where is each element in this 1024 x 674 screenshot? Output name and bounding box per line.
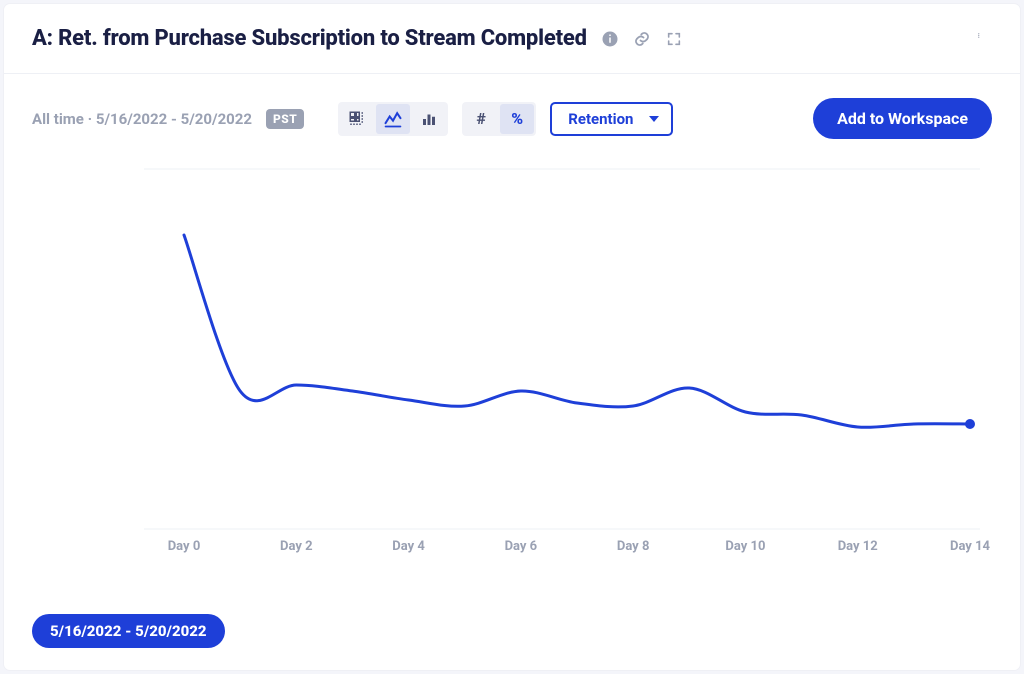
- range-sep: ·: [84, 110, 96, 128]
- expand-icon[interactable]: [665, 30, 683, 48]
- x-tick-label: Day 6: [505, 539, 538, 554]
- x-tick-label: Day 0: [168, 539, 201, 554]
- add-to-workspace-button[interactable]: Add to Workspace: [813, 98, 992, 139]
- percent-format-icon[interactable]: %: [500, 104, 534, 134]
- card-header: A: Ret. from Purchase Subscription to St…: [4, 4, 1020, 74]
- bar-chart-icon[interactable]: [412, 104, 446, 134]
- chart-type-group: [338, 102, 448, 136]
- metric-dropdown-label: Retention: [568, 110, 633, 128]
- metric-dropdown[interactable]: Retention: [550, 102, 673, 136]
- info-icon[interactable]: [601, 30, 619, 48]
- timezone-badge[interactable]: PST: [266, 109, 304, 129]
- heatmap-chart-icon[interactable]: [340, 104, 374, 134]
- x-tick-label: Day 14: [950, 539, 990, 554]
- range-dates: 5/16/2022 - 5/20/2022: [96, 110, 252, 128]
- header-icon-row: [601, 30, 683, 48]
- plot-region: [144, 169, 980, 529]
- range-prefix: All time: [32, 110, 84, 128]
- x-tick-label: Day 8: [617, 539, 650, 554]
- report-card: A: Ret. from Purchase Subscription to St…: [4, 4, 1020, 670]
- line-chart-icon[interactable]: [376, 104, 410, 134]
- more-menu-button[interactable]: [970, 22, 992, 55]
- toolbar: All time · 5/16/2022 - 5/20/2022 PST # %…: [4, 74, 1020, 149]
- y-axis-ticks: 0%15%30%45%60%: [32, 169, 132, 529]
- link-icon[interactable]: [633, 30, 651, 48]
- legend-series-pill[interactable]: 5/16/2022 - 5/20/2022: [32, 614, 225, 648]
- date-range-label[interactable]: All time · 5/16/2022 - 5/20/2022: [32, 110, 252, 128]
- value-format-group: # %: [462, 102, 536, 136]
- x-tick-label: Day 2: [280, 539, 313, 554]
- x-tick-label: Day 4: [392, 539, 425, 554]
- chart-area: 0%15%30%45%60% Day 0 Day 2 Day 4 Day 6 Day 8…: [4, 149, 1020, 559]
- report-title: A: Ret. from Purchase Subscription to St…: [32, 26, 587, 51]
- count-format-icon[interactable]: #: [464, 104, 498, 134]
- chevron-down-icon: [649, 116, 659, 122]
- x-tick-label: Day 12: [838, 539, 878, 554]
- retention-line-chart: 0%15%30%45%60% Day 0 Day 2 Day 4 Day 6 Day 8…: [32, 169, 992, 559]
- x-axis-ticks: Day 0Day 2Day 4Day 6Day 8Day 10Day 12Day…: [144, 539, 980, 559]
- x-tick-label: Day 10: [725, 539, 765, 554]
